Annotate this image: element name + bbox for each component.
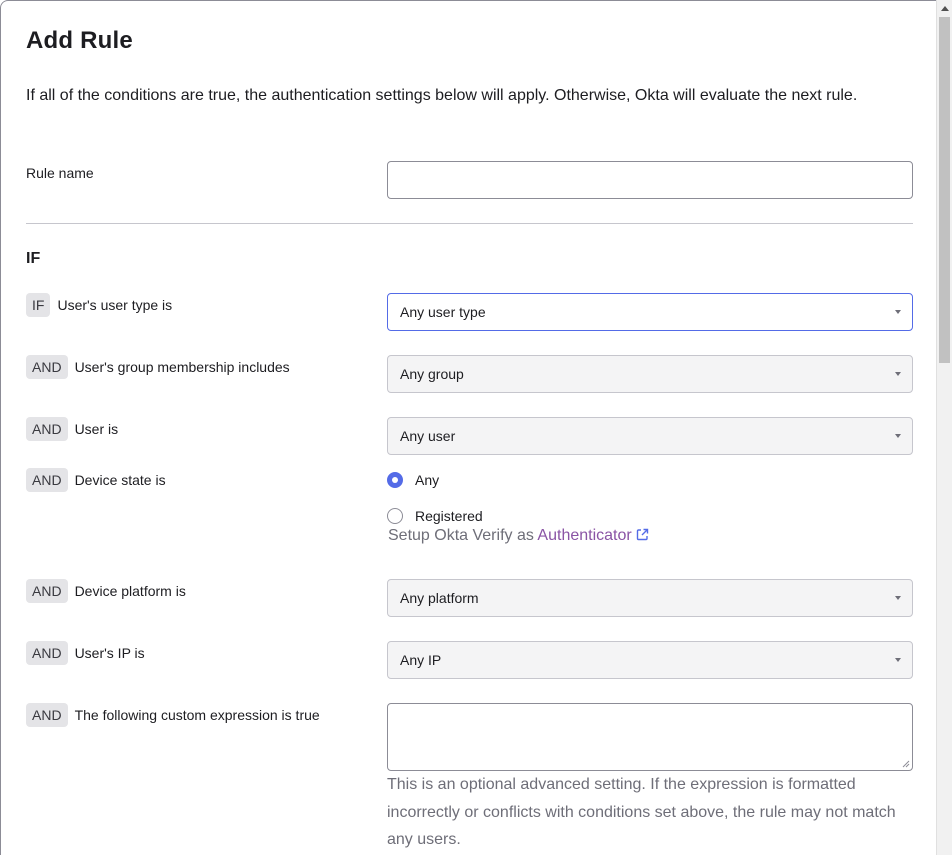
vertical-scrollbar[interactable] — [936, 0, 952, 855]
condition-label: Device state is — [74, 472, 166, 488]
condition-label: Device platform is — [74, 583, 186, 599]
select-value: Any user — [400, 428, 456, 444]
authenticator-link[interactable]: Authenticator — [537, 527, 648, 544]
condition-user-type: IF User's user type is — [26, 293, 172, 317]
section-divider — [26, 223, 913, 224]
user-select[interactable]: Any user — [387, 417, 913, 455]
condition-user-ip: AND User's IP is — [26, 641, 145, 665]
rule-name-input[interactable] — [387, 161, 913, 199]
scroll-up-icon[interactable] — [941, 6, 949, 11]
condition-tag: AND — [26, 641, 68, 665]
caret-down-icon — [895, 310, 901, 314]
if-section-heading: IF — [26, 250, 41, 267]
condition-tag: AND — [26, 703, 68, 727]
add-rule-dialog: Add Rule If all of the conditions are tr… — [0, 0, 936, 855]
select-value: Any IP — [400, 652, 442, 668]
condition-label: User's group membership includes — [74, 359, 290, 375]
device-state-option-any[interactable]: Any — [387, 471, 439, 489]
ip-select[interactable]: Any IP — [387, 641, 913, 679]
platform-select[interactable]: Any platform — [387, 579, 913, 617]
dialog-title: Add Rule — [26, 27, 133, 54]
scrollbar-thumb[interactable] — [939, 17, 950, 363]
radio-button[interactable] — [387, 508, 403, 524]
select-value: Any user type — [400, 304, 486, 320]
condition-label: User is — [74, 421, 119, 437]
condition-tag: AND — [26, 355, 68, 379]
hint-prefix: Setup Okta Verify as — [388, 527, 534, 544]
condition-group-membership: AND User's group membership includes — [26, 355, 290, 379]
condition-custom-expression: AND The following custom expression is t… — [26, 703, 320, 727]
authenticator-link-text: Authenticator — [537, 527, 632, 544]
condition-device-state: AND Device state is — [26, 468, 166, 492]
custom-expression-hint: This is an optional advanced setting. If… — [387, 776, 896, 848]
caret-down-icon — [895, 434, 901, 438]
device-state-option-registered[interactable]: Registered — [387, 507, 483, 525]
select-value: Any platform — [400, 590, 479, 606]
condition-tag: AND — [26, 468, 68, 492]
condition-device-platform: AND Device platform is — [26, 579, 186, 603]
group-select[interactable]: Any group — [387, 355, 913, 393]
resize-grip-icon[interactable] — [901, 759, 910, 768]
condition-label: User's IP is — [74, 645, 145, 661]
condition-tag: AND — [26, 579, 68, 603]
rule-name-label: Rule name — [26, 165, 94, 181]
caret-down-icon — [895, 596, 901, 600]
condition-tag: IF — [26, 293, 51, 317]
condition-user: AND User is — [26, 417, 118, 441]
dialog-intro: If all of the conditions are true, the a… — [26, 87, 858, 104]
external-link-icon — [636, 528, 648, 541]
radio-label: Any — [415, 472, 440, 488]
caret-down-icon — [895, 658, 901, 662]
radio-label: Registered — [415, 508, 483, 524]
custom-expression-textarea[interactable] — [387, 703, 913, 771]
condition-label: The following custom expression is true — [74, 707, 320, 723]
select-value: Any group — [400, 366, 464, 382]
caret-down-icon — [895, 372, 901, 376]
condition-tag: AND — [26, 417, 68, 441]
radio-button[interactable] — [387, 472, 403, 488]
user-type-select[interactable]: Any user type — [387, 293, 913, 331]
okta-verify-hint: Setup Okta Verify as Authenticator — [388, 527, 649, 545]
condition-label: User's user type is — [57, 297, 173, 313]
